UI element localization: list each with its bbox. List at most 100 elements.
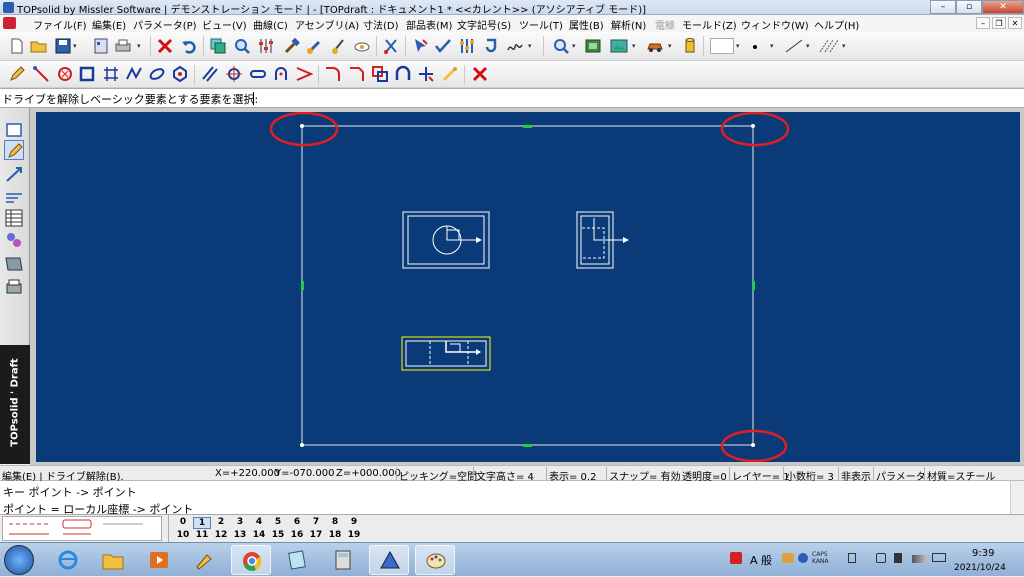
signature-dropdown-icon[interactable]: ▾ (528, 42, 532, 50)
midpoint-right[interactable] (752, 281, 755, 290)
document-icon[interactable] (3, 17, 16, 29)
table-icon[interactable] (4, 208, 24, 228)
layer-7[interactable]: 7 (307, 517, 325, 527)
clock-date[interactable]: 2021/10/24 (954, 563, 1006, 573)
check-curves-icon[interactable] (434, 37, 452, 55)
menu-bom[interactable]: 部品表(M) (406, 17, 452, 32)
menu-mold[interactable]: モールド(Z) (682, 17, 737, 32)
hook-icon[interactable] (482, 37, 500, 55)
ie-taskbar-icon[interactable] (48, 545, 88, 575)
drawing-canvas[interactable] (36, 112, 1020, 462)
text-annotation-icon[interactable] (4, 188, 24, 208)
signature-icon[interactable] (506, 37, 524, 55)
corner-point-top-left[interactable] (300, 124, 304, 128)
new-document-icon[interactable] (8, 37, 26, 55)
point-style-icon[interactable] (753, 45, 757, 49)
menu-electrode[interactable]: 電極 (655, 17, 675, 32)
zoom-icon[interactable] (552, 37, 570, 55)
search-element-icon[interactable] (233, 37, 251, 55)
frame-tool-icon[interactable] (102, 65, 120, 83)
sketch-pencil-icon[interactable] (4, 140, 24, 160)
layer-13[interactable]: 13 (231, 530, 249, 540)
menu-help[interactable]: ヘルプ(H) (814, 17, 859, 32)
line-tool-icon[interactable] (32, 65, 50, 83)
maximize-button[interactable]: ▫ (956, 0, 982, 14)
midpoint-bottom[interactable] (523, 444, 532, 447)
corner-point-bottom-right[interactable] (751, 443, 755, 447)
line-style-icon[interactable] (784, 38, 804, 54)
layer-eye-icon[interactable] (353, 37, 371, 55)
doc-minimize-button[interactable]: – (976, 17, 990, 29)
linestyle-preview[interactable] (2, 516, 162, 541)
calculator-taskbar-icon[interactable] (323, 545, 363, 575)
bottom-view[interactable] (401, 336, 491, 371)
close-button[interactable]: ✕ (982, 0, 1024, 14)
layer-8[interactable]: 8 (326, 517, 344, 527)
start-button[interactable] (4, 545, 34, 575)
layer-5[interactable]: 5 (269, 517, 287, 527)
layer-1[interactable]: 1 (193, 517, 211, 529)
dimension-icon[interactable] (4, 165, 24, 185)
assembly-icon[interactable] (4, 230, 24, 250)
extend-icon[interactable] (417, 65, 435, 83)
midpoint-left[interactable] (301, 281, 304, 290)
menu-edit[interactable]: 編集(E) (92, 17, 126, 32)
layer-9[interactable]: 9 (345, 517, 363, 527)
angle-tool-icon[interactable] (295, 65, 313, 83)
arc-tool-icon[interactable] (272, 65, 290, 83)
front-view[interactable] (402, 211, 490, 269)
ime-indicator[interactable]: A 般 (750, 552, 772, 568)
layer-10[interactable]: 10 (174, 530, 192, 540)
layer-4[interactable]: 4 (250, 517, 268, 527)
topsolid-taskbar-icon[interactable] (369, 545, 409, 575)
signal-icon[interactable] (912, 555, 926, 563)
menu-assembly[interactable]: アセンブリ(A) (295, 17, 359, 32)
minimize-button[interactable]: – (930, 0, 956, 14)
trim-icon[interactable] (371, 65, 389, 83)
zoom-dropdown-icon[interactable]: ▾ (572, 42, 576, 50)
color-swatch[interactable] (710, 38, 734, 54)
layer-6[interactable]: 6 (288, 517, 306, 527)
menu-dimension[interactable]: 寸法(D) (363, 17, 399, 32)
menu-window[interactable]: ウィンドウ(W) (741, 17, 809, 32)
doc-close-button[interactable]: ✕ (1008, 17, 1022, 29)
doc-restore-button[interactable]: ❐ (992, 17, 1006, 29)
layer-19[interactable]: 19 (345, 530, 363, 540)
render-dropdown-icon[interactable]: ▾ (668, 42, 672, 50)
polygon-tool-icon[interactable] (171, 65, 189, 83)
polyline-tool-icon[interactable] (125, 65, 143, 83)
volume-icon[interactable] (894, 553, 902, 563)
layer-12[interactable]: 12 (212, 530, 230, 540)
help-icon[interactable] (798, 553, 808, 563)
device-icon[interactable] (848, 553, 856, 563)
line-style-dropdown-icon[interactable]: ▾ (806, 42, 810, 50)
drawing-svg[interactable] (36, 112, 1020, 462)
layer-17[interactable]: 17 (307, 530, 325, 540)
battery-icon[interactable] (932, 553, 946, 562)
chamfer-icon[interactable] (348, 65, 366, 83)
corner-point-top-right[interactable] (751, 124, 755, 128)
safely-remove-icon[interactable] (876, 553, 886, 563)
point-style-dropdown-icon[interactable]: ▾ (770, 42, 774, 50)
paint-app-taskbar-icon[interactable] (185, 545, 225, 575)
slot-tool-icon[interactable] (249, 65, 267, 83)
equalizer-icon[interactable] (458, 37, 476, 55)
parallel-lines-icon[interactable] (201, 65, 219, 83)
clock-time[interactable]: 9:39 (972, 548, 994, 559)
menu-attribute[interactable]: 属性(B) (569, 17, 604, 32)
command-prompt[interactable]: ドライブを解除しベーシック要素とする要素を選択: (0, 88, 1024, 108)
corner-point-bottom-left[interactable] (300, 443, 304, 447)
zoom-fit-icon[interactable] (584, 37, 602, 55)
save-dropdown-icon[interactable]: ▾ (73, 42, 77, 50)
view-image-icon[interactable] (610, 37, 628, 55)
print-dropdown-icon[interactable]: ▾ (137, 42, 141, 50)
ime-toolbar-icon[interactable] (782, 553, 794, 563)
copy-element-icon[interactable] (209, 37, 227, 55)
menu-parameter[interactable]: パラメータ(P) (133, 17, 197, 32)
midpoint-top[interactable] (523, 125, 532, 128)
hammer-icon[interactable] (283, 37, 301, 55)
notepad-taskbar-icon[interactable] (277, 545, 317, 575)
hatch-dropdown-icon[interactable]: ▾ (842, 42, 846, 50)
menu-tool[interactable]: ツール(T) (519, 17, 563, 32)
flag-icon[interactable] (730, 552, 742, 564)
